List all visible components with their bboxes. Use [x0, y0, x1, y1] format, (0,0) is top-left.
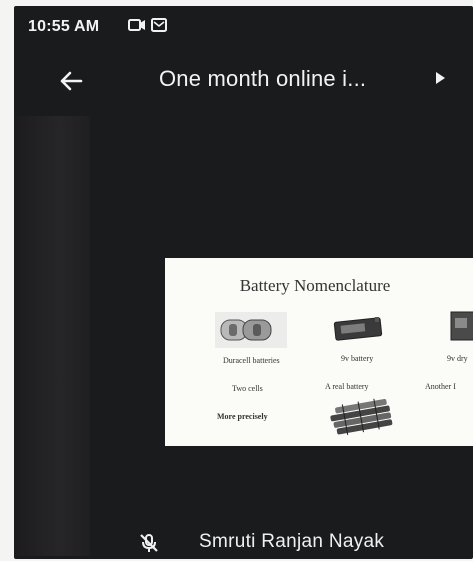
status-bar: 10:55 AM — [14, 6, 473, 46]
mail-icon — [151, 18, 167, 37]
top-app-bar: One month online i... — [14, 54, 473, 106]
left-side-panel — [14, 116, 90, 556]
meeting-title: One month online i... — [159, 66, 367, 91]
slide-item-label: A real battery — [325, 382, 369, 391]
speaker-name: Smruti Ranjan Nayak — [199, 531, 385, 552]
phone-screen: 10:55 AM One month online i... Battery N… — [14, 6, 473, 559]
duracell-batteries-image — [215, 312, 287, 348]
battery-pack-image — [330, 398, 393, 435]
back-button[interactable] — [54, 64, 88, 98]
9v-battery-image — [333, 317, 383, 341]
status-time: 10:55 AM — [28, 18, 100, 35]
slide-item-label: Two cells — [232, 384, 263, 393]
video-camera-icon — [128, 18, 146, 37]
mute-indicator — [138, 532, 160, 554]
9v-dry-battery-image — [450, 311, 473, 341]
speaker-bar: Smruti Ranjan Nayak — [14, 526, 473, 559]
slide-item-label: More precisely — [217, 412, 268, 421]
presentation-slide: Battery Nomenclature Duracell batteries … — [165, 258, 473, 446]
play-button[interactable] — [434, 71, 450, 87]
slide-item-label: Another I — [425, 382, 456, 391]
play-triangle-icon — [436, 72, 445, 84]
slide-item-label: 9v battery — [341, 354, 374, 363]
slide-item-label: 9v dry — [447, 354, 468, 363]
arrow-left-icon — [60, 71, 83, 91]
slide-item-label: Duracell batteries — [223, 356, 280, 365]
slide-title: Battery Nomenclature — [239, 276, 391, 295]
microphone-off-icon — [140, 534, 158, 552]
